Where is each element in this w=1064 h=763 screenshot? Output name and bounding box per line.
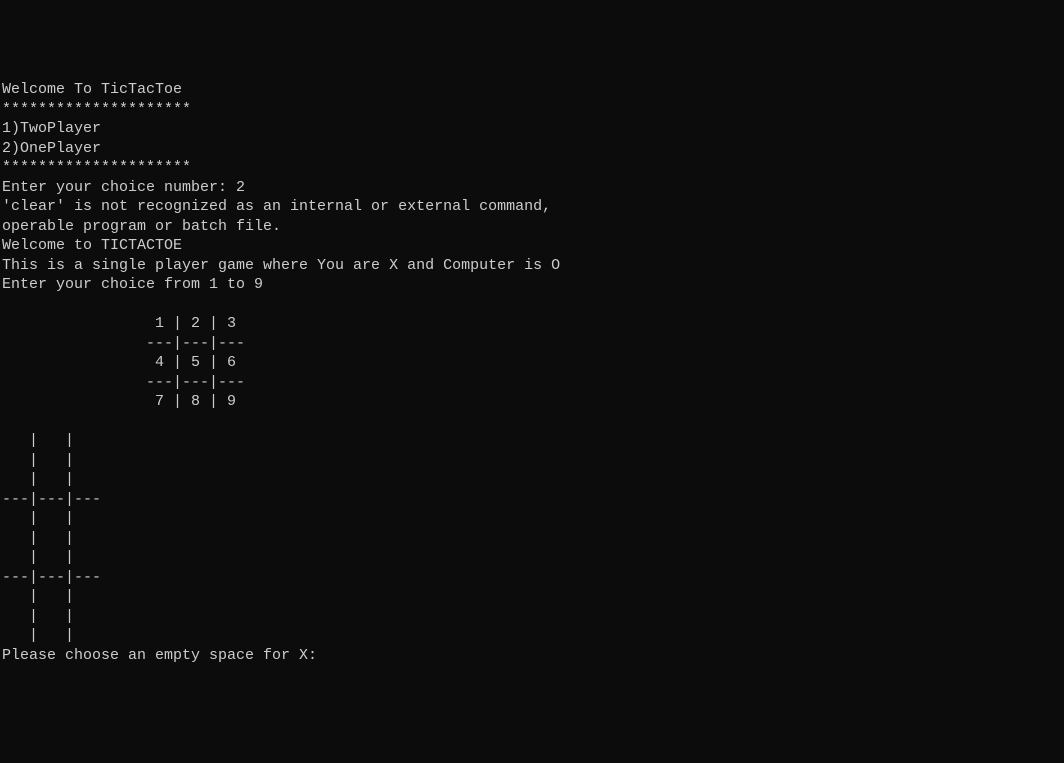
divider: ********************* bbox=[2, 158, 1064, 178]
move-prompt-label: Please choose an empty space for X: bbox=[2, 647, 326, 664]
reference-board-row-2: 4 | 5 | 6 bbox=[2, 353, 1064, 373]
game-board-row: | | bbox=[2, 607, 1064, 627]
game-board-row: | | bbox=[2, 587, 1064, 607]
divider: ********************* bbox=[2, 100, 1064, 120]
move-input[interactable] bbox=[326, 647, 516, 664]
blank-line bbox=[2, 412, 1064, 432]
game-board-row: | | bbox=[2, 470, 1064, 490]
menu-option-1: 1)TwoPlayer bbox=[2, 119, 1064, 139]
choice-range-prompt: Enter your choice from 1 to 9 bbox=[2, 275, 1064, 295]
reference-board-divider: ---|---|--- bbox=[2, 334, 1064, 354]
game-board-divider: ---|---|--- bbox=[2, 568, 1064, 588]
blank-line bbox=[2, 295, 1064, 315]
game-board-row: | | bbox=[2, 509, 1064, 529]
error-line-1: 'clear' is not recognized as an internal… bbox=[2, 197, 1064, 217]
move-prompt-line: Please choose an empty space for X: bbox=[2, 646, 1064, 666]
reference-board-divider: ---|---|--- bbox=[2, 373, 1064, 393]
choice-prompt-line: Enter your choice number: 2 bbox=[2, 178, 1064, 198]
welcome-title: Welcome To TicTacToe bbox=[2, 80, 1064, 100]
error-line-2: operable program or batch file. bbox=[2, 217, 1064, 237]
reference-board-row-3: 7 | 8 | 9 bbox=[2, 392, 1064, 412]
game-board-row: | | bbox=[2, 548, 1064, 568]
game-board-divider: ---|---|--- bbox=[2, 490, 1064, 510]
game-description: This is a single player game where You a… bbox=[2, 256, 1064, 276]
game-board-row: | | bbox=[2, 451, 1064, 471]
game-board-row: | | bbox=[2, 529, 1064, 549]
game-board-row: | | bbox=[2, 431, 1064, 451]
reference-board-row-1: 1 | 2 | 3 bbox=[2, 314, 1064, 334]
game-board-row: | | bbox=[2, 626, 1064, 646]
choice-prompt-label: Enter your choice number: bbox=[2, 179, 236, 196]
choice-prompt-value: 2 bbox=[236, 179, 245, 196]
menu-option-2: 2)OnePlayer bbox=[2, 139, 1064, 159]
welcome-game: Welcome to TICTACTOE bbox=[2, 236, 1064, 256]
